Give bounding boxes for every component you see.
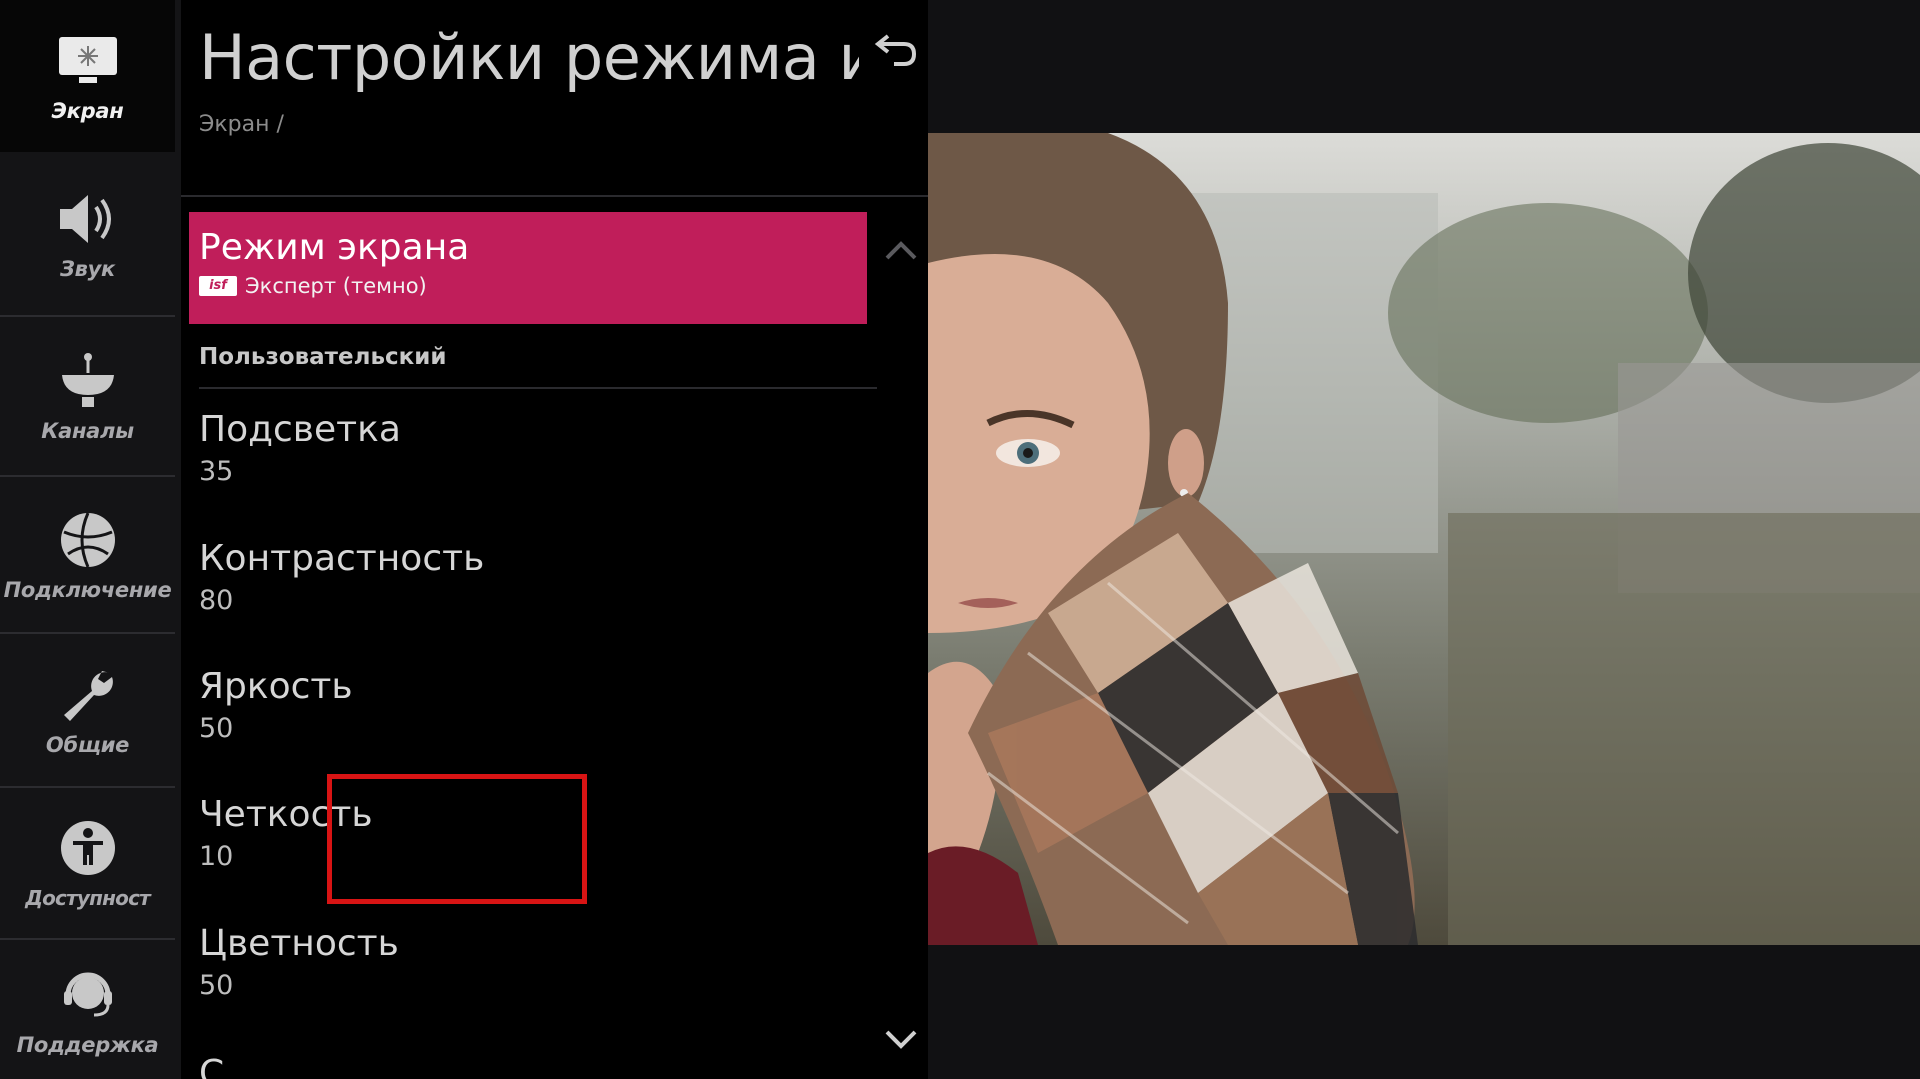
sidebar-item-label: Звук [60, 256, 115, 281]
isf-badge: isf [199, 276, 237, 296]
chevron-down-icon [885, 1030, 917, 1049]
sidebar-item-support[interactable]: Поддержка [0, 940, 175, 1079]
setting-value: 50 [199, 713, 234, 744]
setting-value: 80 [199, 585, 234, 616]
globe-icon [56, 508, 120, 572]
sidebar-item-label: Общие [45, 733, 130, 757]
sidebar-item-label: Подключение [3, 577, 172, 602]
setting-item-brightness[interactable]: Яркость 50 [199, 665, 499, 749]
sidebar-item-label: Доступност [25, 886, 151, 910]
sidebar-item-picture[interactable]: Экран [0, 0, 175, 152]
support-headset-icon [56, 963, 120, 1027]
picture-preview [928, 133, 1920, 945]
setting-value: 50 [199, 970, 234, 1001]
picture-mode-settings-panel: Настройки режима изображения Экран / Реж… [181, 0, 928, 1079]
scroll-down-button[interactable] [881, 1022, 921, 1058]
back-arrow-icon [874, 34, 917, 66]
breadcrumb[interactable]: Экран / [199, 112, 284, 137]
setting-label: Контрастность [199, 538, 485, 579]
setting-label: Яркость [199, 666, 353, 707]
divider [181, 195, 928, 197]
satellite-dish-icon [56, 349, 120, 413]
portrait-photo-icon [928, 133, 1920, 945]
picture-mode-label: Режим экрана [199, 227, 470, 268]
chevron-up-icon [885, 241, 917, 260]
back-button[interactable] [871, 28, 921, 72]
wrench-icon [56, 663, 120, 727]
monitor-icon [56, 29, 120, 93]
sidebar-item-label: Каналы [41, 419, 134, 443]
picture-mode-item[interactable]: Режим экрана isf Эксперт (темно) [189, 212, 867, 324]
picture-mode-value: Эксперт (темно) [245, 274, 427, 298]
settings-sidebar: Экран Звук Каналы Подключение Общие Дост… [0, 0, 181, 1079]
sidebar-item-sound[interactable]: Звук [0, 152, 175, 317]
accessibility-icon [56, 816, 120, 880]
setting-label: Подсветка [199, 409, 401, 450]
sidebar-item-accessibility[interactable]: Доступност [0, 788, 175, 940]
divider [199, 387, 877, 389]
setting-item-partial[interactable]: С [199, 1052, 224, 1079]
letterbox-bottom [928, 945, 1920, 1079]
page-title: Настройки режима изображения [199, 21, 859, 94]
setting-item-sharpness[interactable]: Четкость 10 [199, 793, 499, 877]
setting-value: 35 [199, 456, 234, 487]
speaker-icon [56, 187, 120, 251]
section-label: Пользовательский [199, 344, 447, 370]
scroll-up-button[interactable] [881, 232, 921, 268]
sidebar-item-channels[interactable]: Каналы [0, 317, 175, 477]
setting-item-contrast[interactable]: Контрастность 80 [199, 537, 499, 621]
sidebar-item-label: Экран [51, 99, 124, 123]
sidebar-item-general[interactable]: Общие [0, 634, 175, 788]
sidebar-item-label: Поддержка [16, 1032, 159, 1057]
sidebar-item-network[interactable]: Подключение [0, 477, 175, 634]
setting-item-color[interactable]: Цветность 50 [199, 922, 499, 1006]
setting-label: Цветность [199, 923, 399, 964]
setting-value: 10 [199, 841, 234, 872]
setting-label: Четкость [199, 794, 373, 835]
setting-item-backlight[interactable]: Подсветка 35 [199, 408, 499, 492]
letterbox-top [928, 0, 1920, 133]
